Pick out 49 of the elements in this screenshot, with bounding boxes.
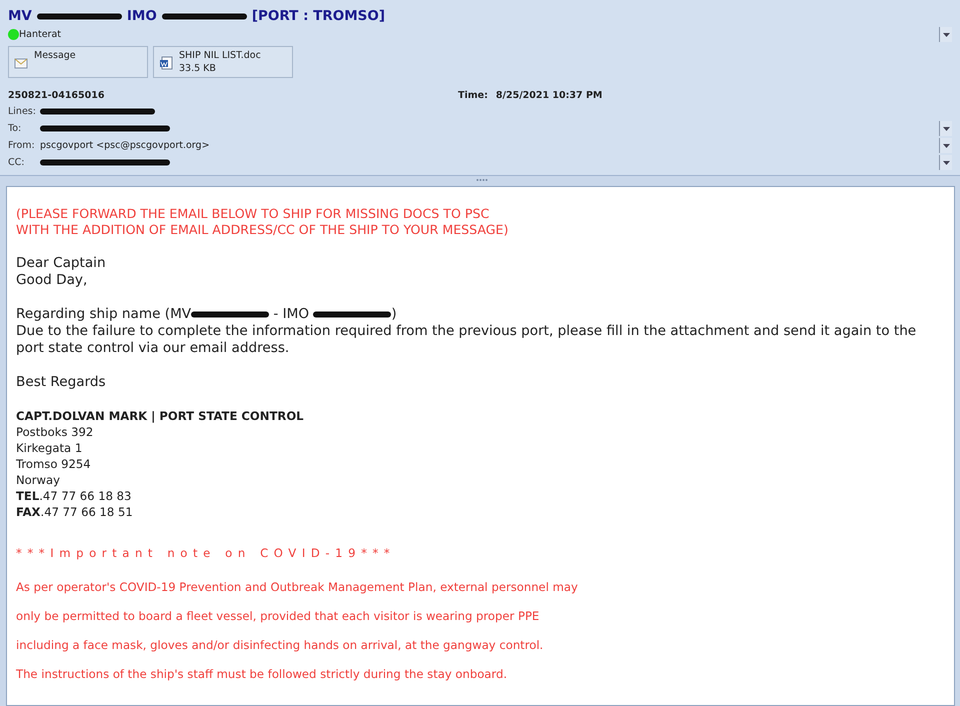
- covid-text: only be permitted to board a fleet vessel, provided that each visitor is wearing proper PPE: [16, 608, 540, 625]
- body-text: Regarding ship name (MV: [16, 306, 192, 323]
- caret-icon: [942, 32, 950, 36]
- signature-name: CAPT.DOLVAN MARK | PORT STATE CONTROL: [16, 408, 305, 424]
- caret-icon: [942, 126, 950, 130]
- time-label: Time:: [458, 90, 488, 100]
- field-label: CC:: [8, 157, 26, 168]
- file-name: SHIP NIL LIST.doc: [179, 49, 261, 62]
- signature-line: TEL.47 77 66 18 83: [16, 488, 132, 504]
- signature-line: Kirkegata 1: [16, 440, 84, 456]
- signature-line: FAX.47 77 66 18 51: [16, 504, 134, 520]
- caret-icon: [942, 160, 950, 164]
- subject-text: MV: [8, 8, 32, 24]
- notice-line: (PLEASE FORWARD THE EMAIL BELOW TO SHIP FOR MISSING DOCS TO PSC: [16, 206, 490, 222]
- field-value: pscgovport <psc@pscgovport.org>: [40, 140, 210, 151]
- field-label: From:: [8, 140, 36, 151]
- splitter-grip-icon[interactable]: [476, 178, 488, 182]
- subject-text: [PORT : TROMSO]: [252, 8, 386, 24]
- dropdown-button[interactable]: [939, 27, 952, 42]
- file-size: 33.5 KB: [179, 62, 217, 75]
- dropdown-button[interactable]: [939, 121, 952, 136]
- body-text: - IMO: [272, 306, 310, 323]
- covid-text: The instructions of the ship's staff must be followed strictly during the stay onboard.: [16, 666, 508, 683]
- notice-line: WITH THE ADDITION OF EMAIL ADDRESS/CC OF THE SHIP TO YOUR MESSAGE): [16, 222, 510, 238]
- body-text: ): [391, 306, 397, 323]
- document-icon: [159, 56, 173, 70]
- covid-text: As per operator's COVID-19 Prevention and Outbreak Management Plan, external personnel may: [16, 579, 579, 596]
- dropdown-button[interactable]: [939, 155, 952, 170]
- body-text: Best Regards: [16, 374, 107, 391]
- field-label: To:: [8, 123, 22, 134]
- covid-text: including a face mask, gloves and/or disinfecting hands on arrival, at the gangway control.: [16, 637, 544, 654]
- body-text: Due to the failure to complete the information required from the previous port, please fill in the attachment and send it again to the port state control via our email address.: [16, 323, 918, 357]
- dropdown-button[interactable]: [939, 138, 952, 153]
- signature-line: Norway: [16, 472, 61, 488]
- signature-line: Tromso 9254: [16, 456, 92, 472]
- body-text: Good Day,: [16, 272, 88, 289]
- body-text: Dear Captain: [16, 255, 107, 272]
- attachment-tile[interactable]: Message: [8, 46, 148, 78]
- envelope-icon: [14, 56, 28, 70]
- signature-line: Postboks 392: [16, 424, 94, 440]
- subject-text: IMO: [126, 8, 157, 24]
- message-id: 250821-04165016: [8, 90, 104, 100]
- file-name: Message: [34, 49, 76, 62]
- caret-icon: [942, 144, 950, 148]
- covid-heading: ***Important note on COVID-19***: [16, 546, 396, 560]
- attachment-tile[interactable]: SHIP NIL LIST.doc 33.5 KB: [153, 46, 293, 78]
- field-label: Lines:: [8, 106, 37, 117]
- time-value: 8/25/2021 10:37 PM: [496, 90, 602, 100]
- status-label: Hanterat: [19, 29, 62, 40]
